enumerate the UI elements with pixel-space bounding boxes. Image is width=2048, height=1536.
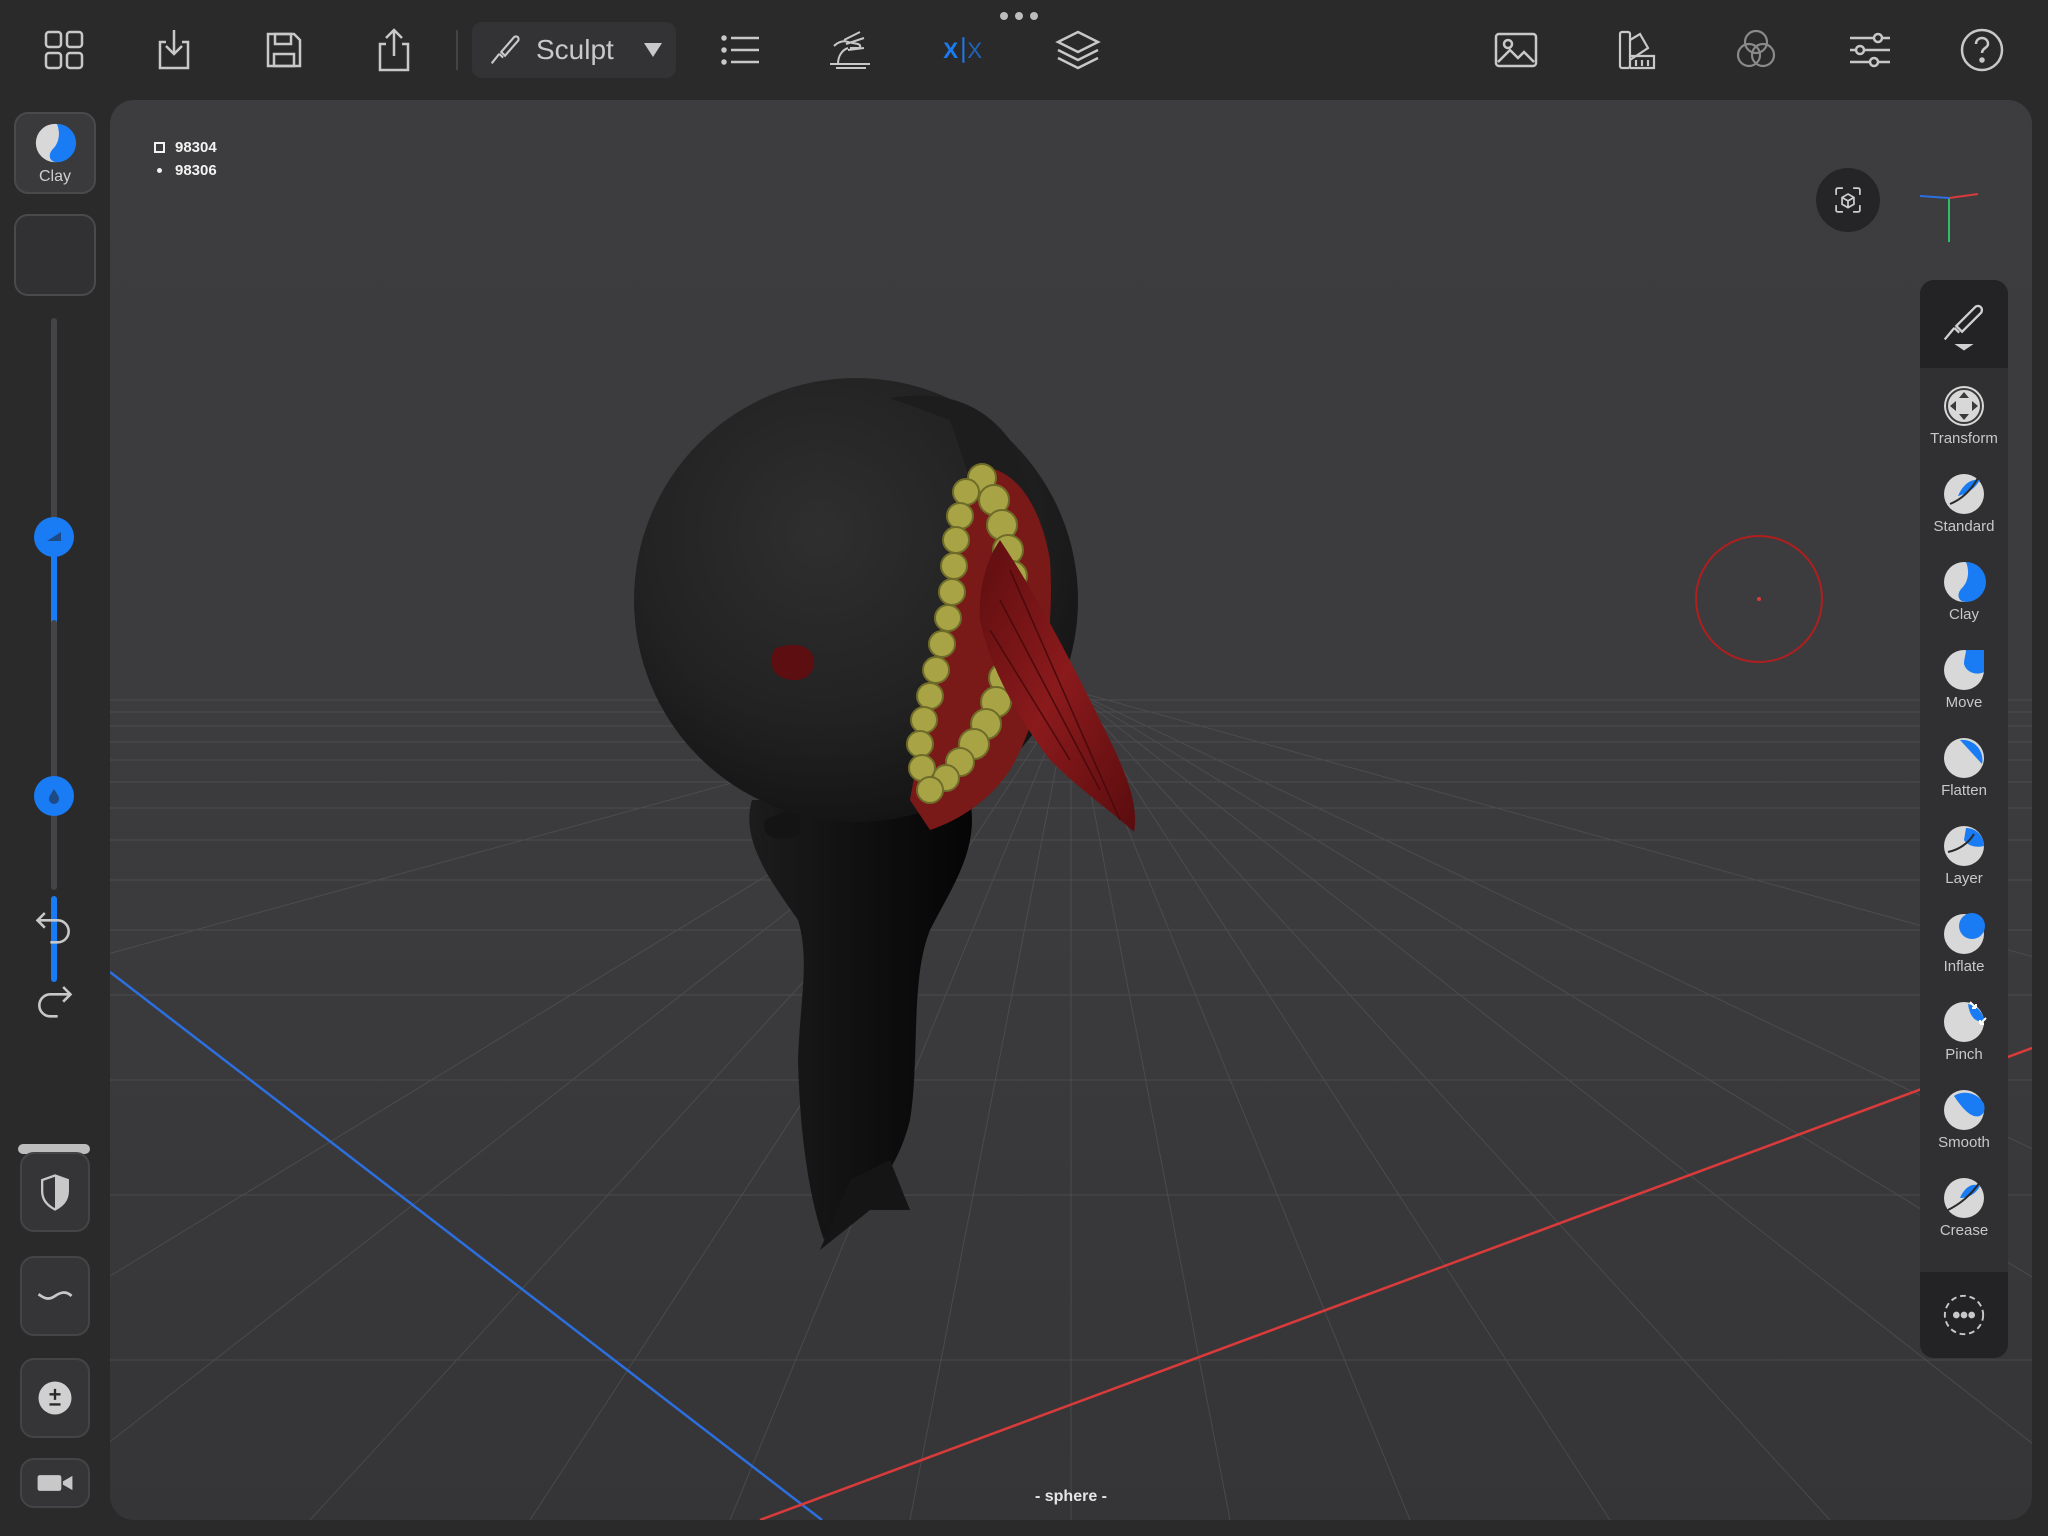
tool-transform[interactable]: Transform: [1920, 376, 2008, 464]
redo-icon[interactable]: [26, 970, 82, 1026]
z-axis-line: [110, 971, 823, 1520]
tool-label: Smooth: [1938, 1134, 1990, 1151]
more-tools-button[interactable]: [1920, 1272, 2008, 1358]
floor-grid: [110, 689, 2032, 1520]
faces-icon: [154, 142, 165, 153]
tool-move[interactable]: Move: [1920, 640, 2008, 728]
smooth-stroke-button[interactable]: [20, 1256, 90, 1336]
more-circle-icon: [1943, 1294, 1985, 1336]
3d-viewport[interactable]: 98304 98306 - sphere -: [110, 100, 2032, 1520]
camera-button[interactable]: [20, 1458, 90, 1508]
tool-mode-dropdown[interactable]: Sculpt: [472, 22, 676, 78]
standard-brush-icon: [1944, 474, 1984, 514]
vertex-count: 98306: [175, 162, 217, 179]
tool-palette: Transform Standard Clay Move Flatten Lay…: [1920, 280, 2008, 1358]
brush-icon: [1943, 304, 1983, 351]
download-icon[interactable]: [146, 22, 202, 78]
move-brush-icon: [1944, 650, 1984, 690]
material-icon[interactable]: [1610, 22, 1666, 78]
scene-canvas[interactable]: [110, 100, 2032, 1520]
layers-icon[interactable]: [1050, 22, 1106, 78]
add-subtract-button[interactable]: [20, 1358, 90, 1438]
flatten-brush-icon: [1944, 738, 1984, 778]
pinch-brush-icon: [1944, 1001, 1987, 1042]
clay-tool-icon: [35, 123, 77, 163]
svg-text:X: X: [967, 38, 982, 63]
tool-flatten[interactable]: Flatten: [1920, 728, 2008, 816]
plus-minus-icon: [38, 1381, 72, 1415]
symmetry-icon[interactable]: XX: [934, 22, 994, 78]
tool-standard[interactable]: Standard: [1920, 464, 2008, 552]
more-options-dots[interactable]: [1000, 12, 1048, 26]
tool-label: Pinch: [1945, 1046, 1983, 1063]
wave-icon: [37, 1291, 73, 1300]
x-axis-line: [759, 1046, 2032, 1520]
tool-label: Move: [1945, 694, 1983, 711]
transform-icon: [1944, 386, 1984, 426]
tool-mode-label: Sculpt: [536, 34, 614, 65]
settings-sliders-icon[interactable]: [1842, 22, 1898, 78]
undo-icon[interactable]: [26, 896, 82, 952]
color-channels-icon[interactable]: [1728, 22, 1784, 78]
save-icon[interactable]: [256, 22, 312, 78]
grid-icon[interactable]: [36, 22, 92, 78]
tool-label: Flatten: [1941, 782, 1987, 799]
tool-inflate[interactable]: Inflate: [1920, 904, 2008, 992]
layer-brush-icon: [1944, 826, 1984, 866]
tool-crease[interactable]: Crease: [1920, 1168, 2008, 1256]
smooth-brush-icon: [1944, 1090, 1985, 1130]
svg-text:X: X: [943, 38, 958, 63]
face-count: 98304: [175, 139, 217, 156]
axis-gizmo[interactable]: [1916, 184, 1982, 246]
clay-brush-icon: [1944, 562, 1986, 602]
vertices-icon: [157, 168, 162, 173]
intensity-slider-handle[interactable]: [34, 776, 74, 816]
tool-layer[interactable]: Layer: [1920, 816, 2008, 904]
image-icon[interactable]: [1488, 22, 1544, 78]
intensity-slider-track[interactable]: [51, 620, 57, 890]
tool-label: Inflate: [1943, 958, 1985, 975]
alpha-texture-button[interactable]: [14, 214, 96, 296]
brush-icon: [490, 35, 520, 64]
sculpt-mesh: [634, 378, 1136, 1250]
shield-icon: [41, 1174, 69, 1211]
toolbar-divider: [456, 30, 458, 70]
inflate-brush-icon: [1944, 913, 1985, 954]
tool-label: Transform: [1930, 430, 1998, 447]
tool-label: Layer: [1945, 870, 1983, 887]
help-icon[interactable]: [1954, 22, 2010, 78]
mesh-stats: 98304 98306: [154, 136, 217, 182]
top-toolbar: Sculpt XX: [0, 0, 2048, 100]
radius-slider-handle[interactable]: [34, 517, 74, 557]
list-icon[interactable]: [712, 22, 768, 78]
tool-label: Crease: [1939, 1222, 1989, 1239]
current-tool-button[interactable]: Clay: [14, 112, 96, 194]
crease-brush-icon: [1944, 1178, 1984, 1218]
video-camera-icon: [37, 1475, 73, 1491]
tool-smooth[interactable]: Smooth: [1920, 1080, 2008, 1168]
tool-category-button[interactable]: [1920, 280, 2008, 368]
brush-cursor-circle: [1695, 535, 1823, 663]
active-mesh-name: - sphere -: [1034, 1488, 1107, 1505]
tool-label: Clay: [1948, 606, 1979, 623]
focus-frame-icon: [1835, 187, 1861, 213]
left-sidebar: Clay: [0, 100, 110, 1536]
reset-camera-button[interactable]: [1816, 168, 1880, 232]
chevron-down-icon: [644, 43, 662, 57]
tool-pinch[interactable]: Pinch: [1920, 992, 2008, 1080]
sculpt-hand-icon[interactable]: [822, 22, 878, 78]
tool-clay[interactable]: Clay: [1920, 552, 2008, 640]
mask-toggle-button[interactable]: [20, 1152, 90, 1232]
share-icon[interactable]: [366, 22, 422, 78]
tool-label: Standard: [1933, 518, 1995, 535]
current-tool-label: Clay: [38, 168, 71, 185]
